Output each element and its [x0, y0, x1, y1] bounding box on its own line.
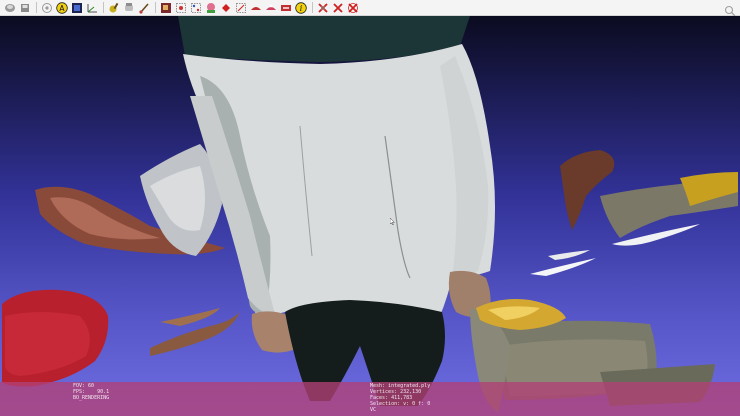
- eye-icon[interactable]: [40, 1, 53, 14]
- point-cloud-scene: [2, 16, 738, 412]
- open-icon[interactable]: [3, 1, 16, 14]
- toolbar-separator: [103, 2, 104, 13]
- toolbar-separator: [155, 2, 156, 13]
- select-faces-icon[interactable]: [174, 1, 187, 14]
- svg-text:A: A: [59, 3, 65, 12]
- selection-text: Selection: v: 0 f: 0: [370, 401, 431, 407]
- measure-icon[interactable]: [249, 1, 262, 14]
- rotate-icon[interactable]: [122, 1, 135, 14]
- status-info-bar: FOV: 60 FPS: 90.1 BO_RENDERING Mesh: int…: [0, 382, 740, 416]
- info-icon[interactable]: i: [294, 1, 307, 14]
- render-mode-text: BO_RENDERING: [73, 395, 110, 401]
- brown-bits-lower-2: [160, 308, 220, 326]
- texture-icon[interactable]: [279, 1, 292, 14]
- fill-icon[interactable]: [219, 1, 232, 14]
- delete-vertices-icon[interactable]: [331, 1, 344, 14]
- 3d-viewport[interactable]: FOV: 60 FPS: 90.1 BO_RENDERING Mesh: int…: [0, 16, 740, 416]
- palette-icon[interactable]: [159, 1, 172, 14]
- delete-all-icon[interactable]: [346, 1, 359, 14]
- pick-points-icon[interactable]: [264, 1, 277, 14]
- layers-icon[interactable]: [70, 1, 83, 14]
- main-toolbar: A i: [0, 0, 740, 17]
- search-icon[interactable]: [724, 2, 736, 17]
- paint-icon[interactable]: [107, 1, 120, 14]
- toolbar-separator: [312, 2, 313, 13]
- delete-faces-icon[interactable]: [316, 1, 329, 14]
- select-vertices-icon[interactable]: [189, 1, 202, 14]
- brush-icon[interactable]: [137, 1, 150, 14]
- mesh-info: Mesh: integrated.ply Vertices: 232,130 F…: [370, 383, 430, 413]
- svg-text:i: i: [299, 4, 302, 13]
- white-streak-mid: [530, 258, 596, 276]
- save-icon[interactable]: [18, 1, 31, 14]
- align-icon[interactable]: [234, 1, 247, 14]
- vertex-color-text: VC: [370, 407, 377, 413]
- white-streak-small: [548, 250, 590, 260]
- toolbar-separator: [36, 2, 37, 13]
- annotate-icon[interactable]: A: [55, 1, 68, 14]
- select-connected-icon[interactable]: [204, 1, 217, 14]
- axis-icon[interactable]: [85, 1, 98, 14]
- mouse-pointer-icon: [389, 210, 395, 226]
- brown-scan-right: [560, 150, 615, 230]
- render-info: FOV: 60 FPS: 90.1 BO_RENDERING: [73, 383, 109, 401]
